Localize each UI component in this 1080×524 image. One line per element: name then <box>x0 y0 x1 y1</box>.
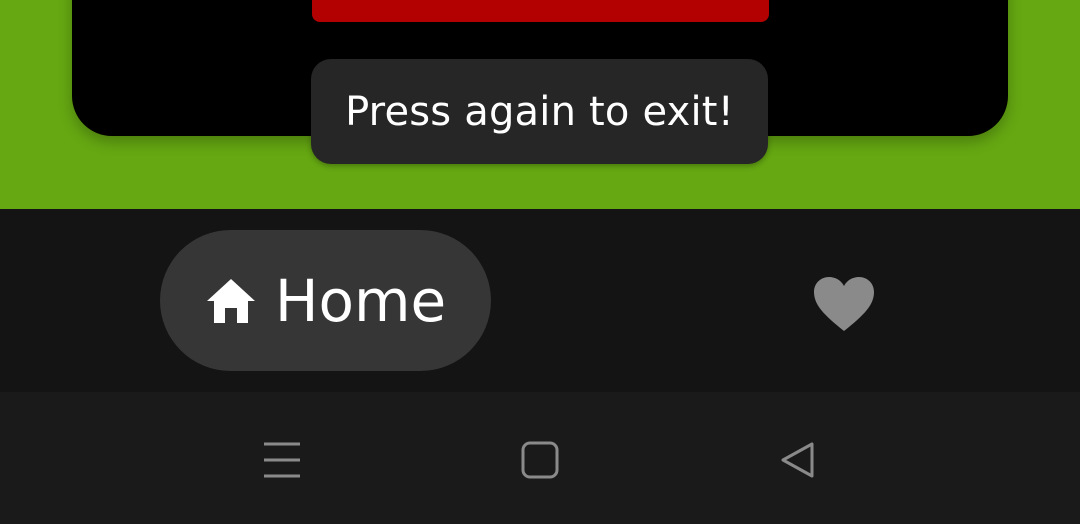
tab-home[interactable]: Home <box>160 230 491 371</box>
system-navigation-bar <box>0 392 1080 524</box>
square-home-icon <box>521 441 559 479</box>
system-home-button[interactable] <box>510 432 570 488</box>
toast-message: Press again to exit! <box>345 88 734 135</box>
tab-favorites[interactable] <box>804 264 884 344</box>
recent-apps-button[interactable] <box>252 432 312 488</box>
back-triangle-icon <box>779 441 817 479</box>
app-screen: Press again to exit! Home <box>0 0 1080 524</box>
tab-home-label: Home <box>274 266 447 335</box>
exit-toast: Press again to exit! <box>311 59 768 164</box>
menu-icon <box>262 441 302 479</box>
bottom-navigation-bar: Home <box>0 209 1080 392</box>
heart-icon <box>812 275 876 333</box>
system-back-button[interactable] <box>768 432 828 488</box>
home-icon <box>205 277 257 325</box>
red-action-button[interactable] <box>312 0 769 22</box>
